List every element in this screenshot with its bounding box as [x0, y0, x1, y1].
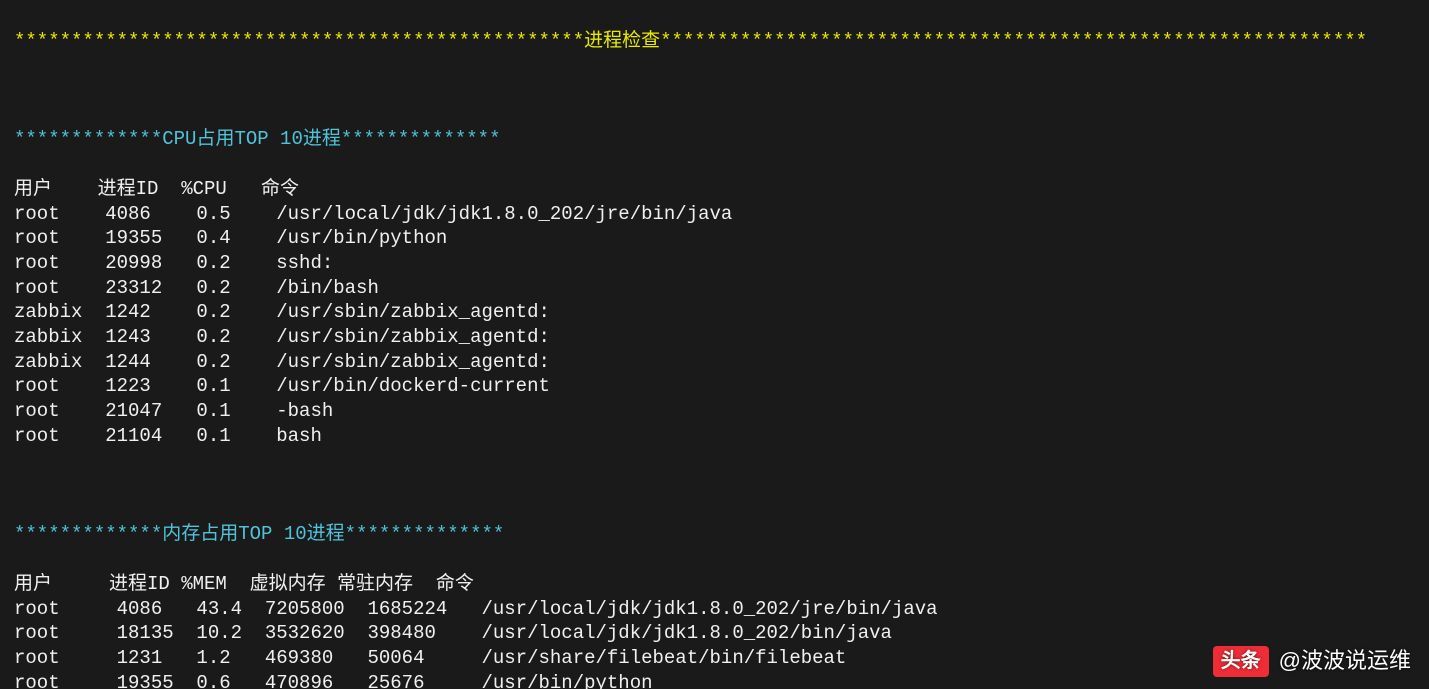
- table-row: root 20998 0.2 sshd:: [14, 251, 1415, 276]
- table-row: root 18135 10.2 3532620 398480 /usr/loca…: [14, 621, 1415, 646]
- table-header-row: 用户 进程ID %MEM 虚拟内存 常驻内存 命令: [14, 572, 1415, 597]
- table-row: zabbix 1243 0.2 /usr/sbin/zabbix_agentd:: [14, 325, 1415, 350]
- cpu-table: 用户 进程ID %CPU 命令root 4086 0.5 /usr/local/…: [14, 177, 1415, 449]
- table-row: root 1223 0.1 /usr/bin/dockerd-current: [14, 374, 1415, 399]
- watermark-author: @波波说运维: [1279, 647, 1411, 676]
- table-row: root 21047 0.1 -bash: [14, 399, 1415, 424]
- cpu-section-header: *************CPU占用TOP 10进程**************: [14, 127, 1415, 152]
- table-row: root 19355 0.4 /usr/bin/python: [14, 226, 1415, 251]
- table-row: zabbix 1242 0.2 /usr/sbin/zabbix_agentd:: [14, 300, 1415, 325]
- table-header-row: 用户 进程ID %CPU 命令: [14, 177, 1415, 202]
- table-row: zabbix 1244 0.2 /usr/sbin/zabbix_agentd:: [14, 350, 1415, 375]
- blank-line: [14, 78, 1415, 103]
- blank-line: [14, 473, 1415, 498]
- table-row: root 4086 0.5 /usr/local/jdk/jdk1.8.0_20…: [14, 202, 1415, 227]
- table-row: root 4086 43.4 7205800 1685224 /usr/loca…: [14, 597, 1415, 622]
- banner-line: ****************************************…: [14, 29, 1415, 54]
- mem-table: 用户 进程ID %MEM 虚拟内存 常驻内存 命令root 4086 43.4 …: [14, 572, 1415, 689]
- watermark: 头条 @波波说运维: [1213, 646, 1411, 677]
- table-row: root 21104 0.1 bash: [14, 424, 1415, 449]
- watermark-logo: 头条: [1213, 646, 1269, 677]
- table-row: root 19355 0.6 470896 25676 /usr/bin/pyt…: [14, 671, 1415, 689]
- mem-section-header: *************内存占用TOP 10进程**************: [14, 522, 1415, 547]
- table-row: root 23312 0.2 /bin/bash: [14, 276, 1415, 301]
- table-row: root 1231 1.2 469380 50064 /usr/share/fi…: [14, 646, 1415, 671]
- terminal-output: ****************************************…: [0, 0, 1429, 689]
